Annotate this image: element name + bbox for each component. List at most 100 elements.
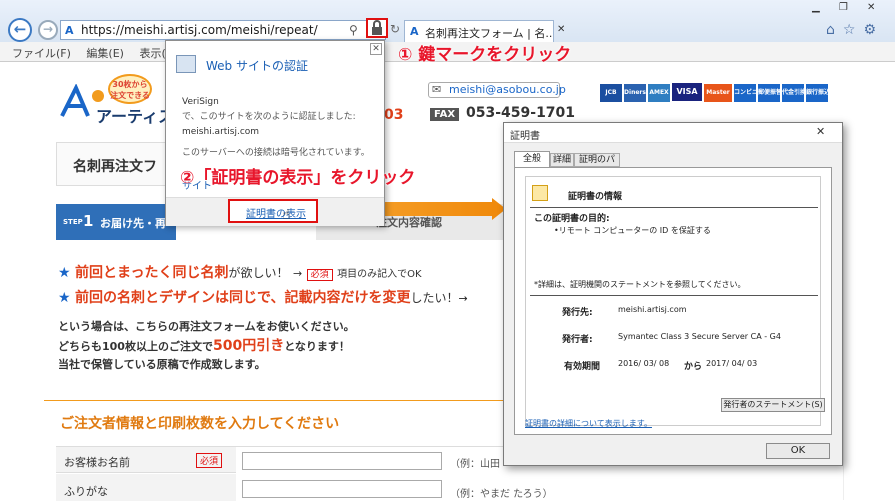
page-title: 名刺再注文フ	[73, 159, 157, 175]
issued-to-label: 発行先:	[562, 308, 593, 318]
cert-info-box: 証明書の情報 この証明書の目的: •リモート コンピューターの ID を保証する…	[525, 176, 821, 426]
refresh-icon[interactable]: ↻	[390, 22, 400, 36]
encrypted-text: このサーバーへの接続は暗号化されています。	[182, 148, 370, 158]
site-icon: A	[65, 24, 74, 37]
identified-text: で、このサイトを次のように認証しました:	[182, 112, 356, 122]
forward-button[interactable]: →	[38, 20, 58, 40]
view-cert-highlight: 証明書の表示	[228, 199, 318, 223]
email-box[interactable]: ✉ meishi@asobou.co.jp	[428, 82, 566, 98]
cert-note: *詳細は、証明機関のステートメントを参照してください。	[534, 280, 746, 289]
fax-number: 053-459-1701	[466, 105, 576, 121]
tab-title: 名刺再注文フォーム | 名...	[425, 27, 554, 40]
dialog-close-icon[interactable]: ✕	[816, 125, 825, 138]
step-label: STEP	[63, 218, 83, 226]
back-button[interactable]: ←	[8, 18, 32, 42]
details-link[interactable]: 証明書の詳細について表示します。	[525, 418, 652, 429]
popup-close-icon[interactable]: ✕	[370, 43, 382, 55]
section-divider	[44, 400, 504, 401]
info-title: 証明書の情報	[568, 192, 623, 202]
ok-button[interactable]: OK	[766, 443, 830, 459]
valid-to: 2017/ 04/ 03	[706, 359, 758, 368]
page-right-strip	[843, 126, 883, 500]
star-icon: ★	[58, 290, 71, 306]
restore-icon[interactable]: ❐	[839, 2, 848, 13]
home-icon[interactable]: ⌂	[826, 22, 843, 38]
issued-by: Symantec Class 3 Secure Server CA - G4	[618, 332, 781, 341]
row-name: お客様お名前 必須	[56, 447, 236, 473]
menu-file[interactable]: ファイル(F)	[12, 45, 71, 61]
certificate-icon	[176, 55, 196, 73]
certificate-dialog: 証明書 ✕ 全般 詳細 証明のパス 証明書の情報 この証明書の目的: •リモート…	[503, 122, 843, 466]
tab-favicon-icon: A	[410, 25, 419, 38]
purpose-label: この証明書の目的:	[534, 214, 610, 224]
card-jcb: JCB	[600, 84, 622, 102]
window-controls: ▁ ❐ ✕	[808, 2, 892, 16]
fax-label: FAX	[430, 108, 460, 121]
body-line1: という場合は、こちらの再注文フォームをお使いください。	[58, 320, 355, 333]
purpose-item: •リモート コンピューターの ID を保証する	[554, 226, 711, 235]
badge-30: 30枚から注文できる	[108, 74, 152, 104]
valid-from: 2016/ 03/ 08	[618, 359, 670, 368]
tab-active[interactable]: A 名刺再注文フォーム | 名...	[404, 20, 554, 42]
url-text: https://meishi.artisj.com/meishi/repeat/	[81, 23, 318, 37]
general-panel: 証明書の情報 この証明書の目的: •リモート コンピューターの ID を保証する…	[514, 167, 832, 435]
row-furigana: ふりがな	[56, 474, 236, 501]
step-number: 1	[83, 212, 94, 230]
payment-cards: JCB Diners AMEX VISA Master コンビニ郵便振替代金引換銀行振込	[600, 83, 830, 102]
minimize-icon[interactable]: ▁	[812, 2, 820, 13]
divider	[530, 295, 818, 296]
divider	[530, 207, 818, 208]
logo-text: アーティス	[96, 107, 175, 126]
popup-domain: meishi.artisj.com	[182, 127, 260, 137]
section-title: ご注文者情報と印刷枚数を入力してください	[60, 416, 340, 432]
security-popup: ✕ Web サイトの認証 VeriSign で、このサイトを次のように認証しまし…	[165, 40, 385, 226]
card-visa: VISA	[672, 83, 702, 101]
search-icon[interactable]: ⚲	[349, 23, 358, 37]
tab-details[interactable]: 詳細	[550, 153, 574, 167]
menu-edit[interactable]: 編集(E)	[86, 45, 124, 61]
card-diners: Diners	[624, 84, 646, 102]
form-table: お客様お名前 必須 （例：山田 ふりがな （例：やまだ たろう）	[56, 446, 553, 501]
tab-general[interactable]: 全般	[514, 151, 550, 167]
title-box: 名刺再注文フ	[56, 142, 176, 186]
valid-kara: から	[684, 362, 703, 372]
address-bar[interactable]: A https://meishi.artisj.com/meishi/repea…	[60, 20, 386, 40]
email-text: meishi@asobou.co.jp	[449, 83, 566, 96]
dialog-titlebar: 証明書 ✕	[504, 123, 842, 143]
issued-by-label: 発行者:	[562, 335, 593, 345]
pay-bank: 銀行振込	[806, 84, 830, 102]
line1: ★ 前回とまったく同じ名刺が欲しい！ → 必須 項目のみ記入でOK	[58, 265, 422, 281]
step1-text: お届け先・再	[100, 217, 166, 230]
pay-convenience: コンビニ	[734, 84, 758, 102]
card-master: Master	[704, 84, 732, 102]
furigana-input[interactable]	[242, 480, 442, 498]
tab-cert-path[interactable]: 証明のパス	[574, 153, 620, 177]
popup-title: Web サイトの認証	[206, 59, 308, 73]
window-close-icon[interactable]: ✕	[867, 2, 875, 13]
name-example: （例：山田	[450, 459, 500, 470]
tab-close-icon[interactable]: ✕	[557, 24, 565, 35]
cert-badge-icon	[532, 185, 548, 201]
issuer-statement-button[interactable]: 発行者のステートメント(S)	[721, 398, 825, 412]
settings-gear-icon[interactable]: ⚙	[863, 22, 884, 38]
valid-label: 有効期間	[564, 362, 601, 372]
furigana-example: （例：やまだ たろう）	[450, 489, 553, 500]
star-icon: ★	[58, 265, 71, 281]
mail-icon: ✉	[432, 83, 442, 96]
pay-cod: 代金引換	[782, 84, 806, 102]
phone-partial: 03	[384, 107, 404, 123]
card-amex: AMEX	[648, 84, 670, 102]
step3-text: 注文内容確認	[376, 216, 442, 229]
lock-icon[interactable]	[366, 18, 388, 38]
pay-postal: 郵便振替	[758, 84, 782, 102]
cursor-hand-icon: ☝	[282, 207, 291, 223]
issuer: VeriSign	[182, 97, 219, 107]
browser-icons: ⌂☆⚙	[826, 22, 884, 38]
line2: ★ 前回の名刺とデザインは同じで、記載内容だけを変更したい！→	[58, 290, 468, 306]
favorites-icon[interactable]: ☆	[843, 22, 864, 38]
view-cert-link[interactable]: 証明書の表示	[246, 205, 306, 220]
name-input[interactable]	[242, 452, 442, 470]
annotation-step2: ②「証明書の表示」をクリック	[180, 168, 416, 188]
dialog-title: 証明書	[510, 131, 540, 142]
annotation-step1: ① 鍵マークをクリック	[398, 45, 572, 65]
